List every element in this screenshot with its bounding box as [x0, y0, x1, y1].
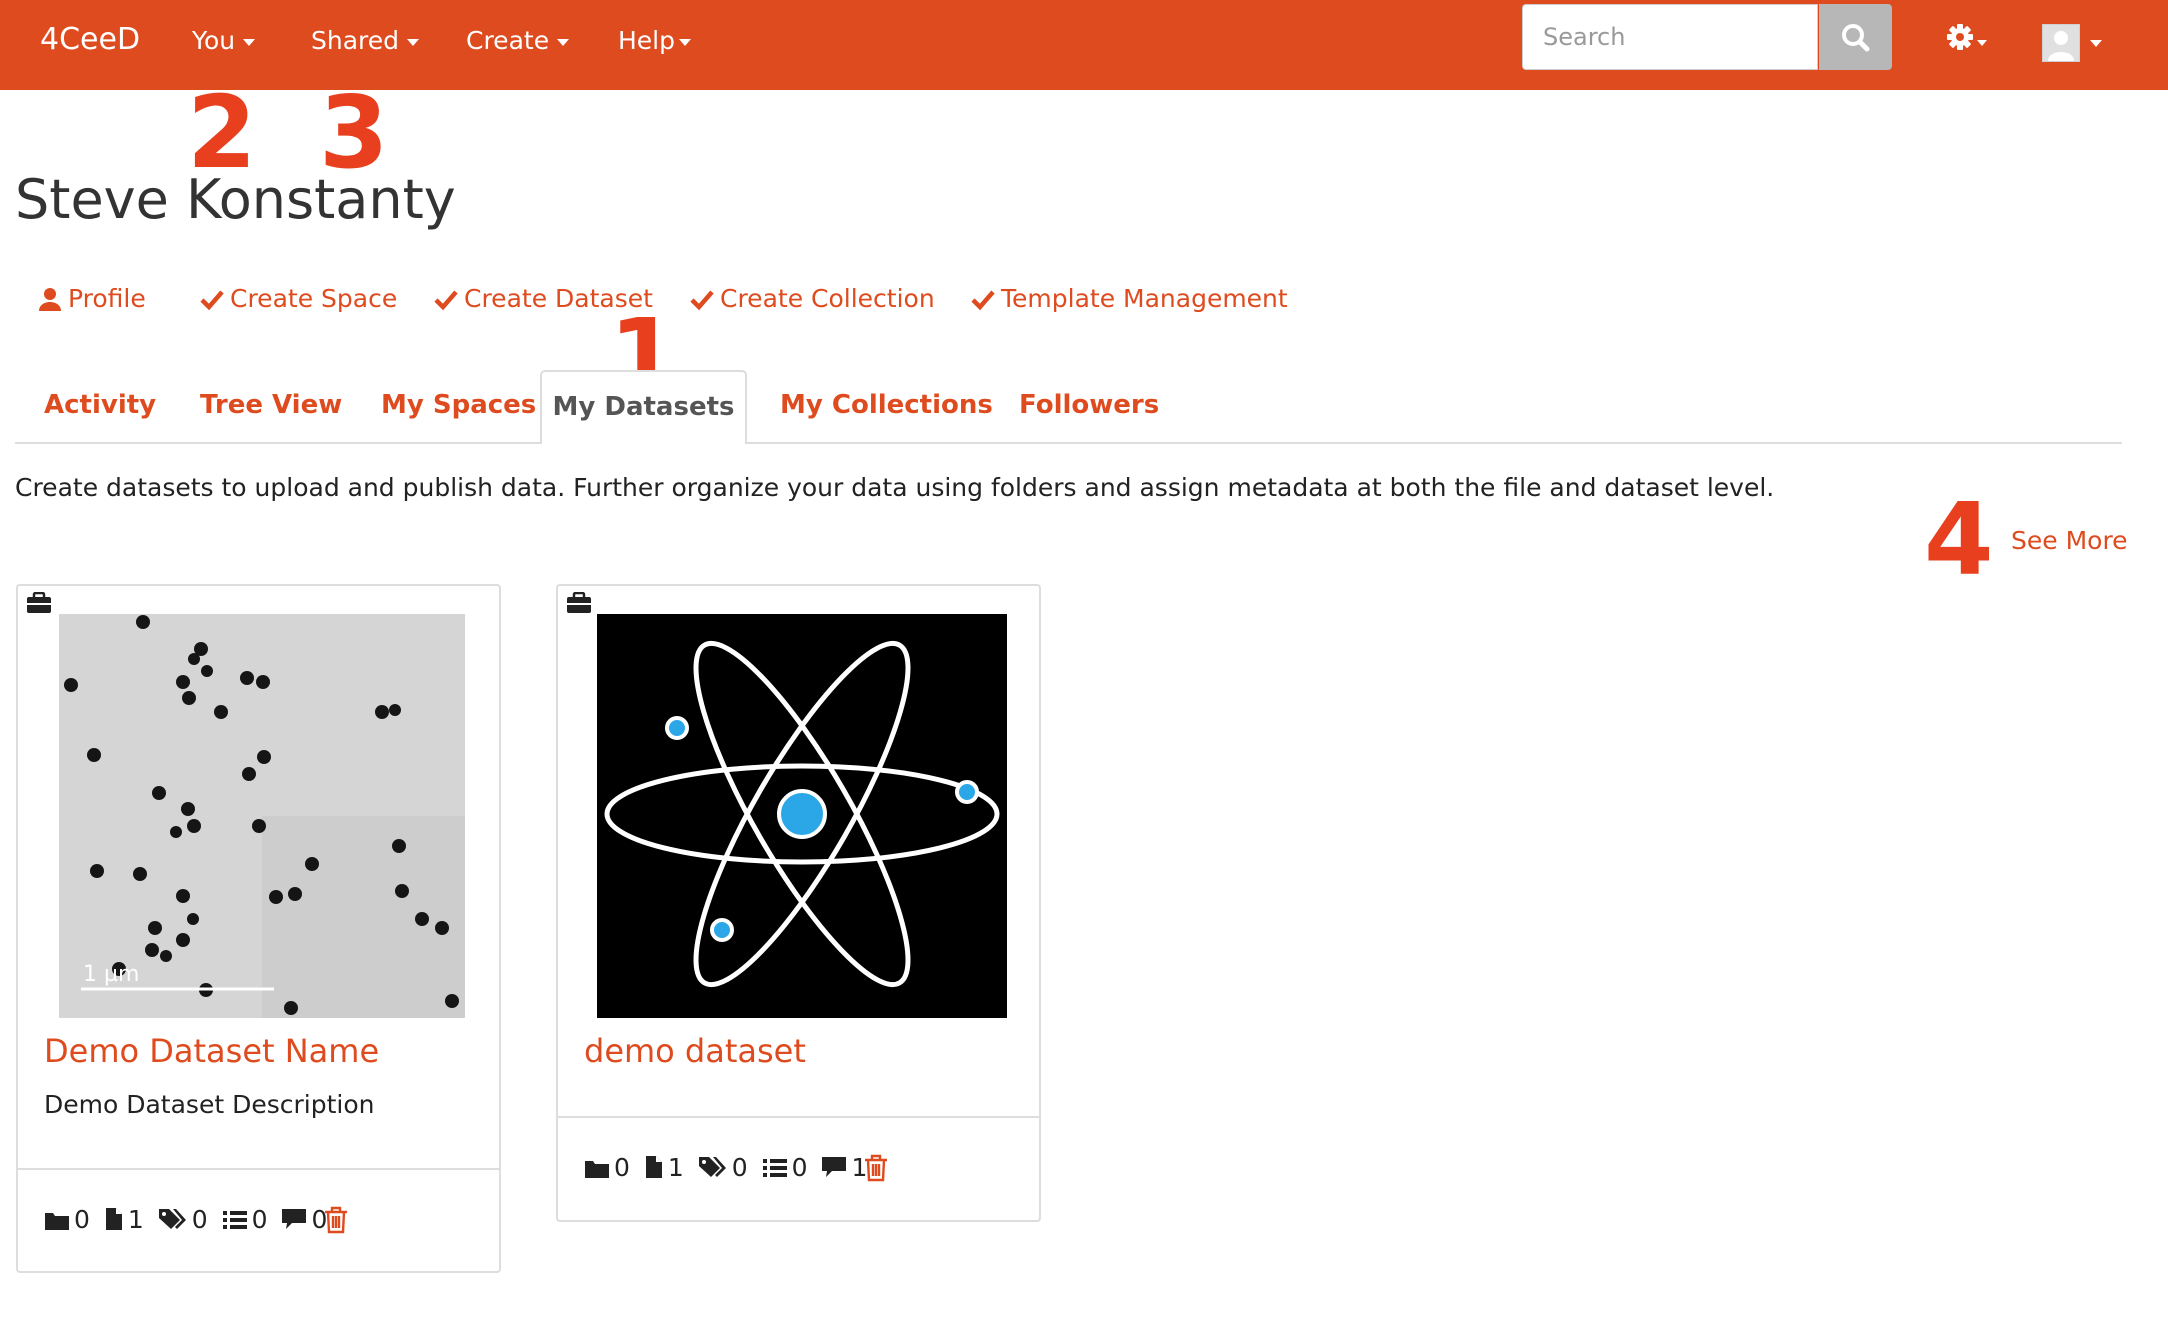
comment-icon	[282, 1209, 307, 1229]
dataset-title-link[interactable]: Demo Dataset Name	[44, 1032, 379, 1070]
create-dataset-link[interactable]: Create Dataset	[434, 284, 653, 313]
tab-my-datasets[interactable]: My Datasets	[540, 370, 747, 444]
dataset-card: 1 µm Demo Dataset Name Demo Dataset Desc…	[16, 584, 501, 1273]
create-space-link[interactable]: Create Space	[200, 284, 397, 313]
tab-my-collections[interactable]: My Collections	[780, 390, 993, 420]
trash-icon[interactable]	[864, 1154, 888, 1182]
nav-create-menu[interactable]: Create	[466, 26, 570, 55]
profile-link-label: Profile	[68, 284, 146, 313]
nav-shared-label: Shared	[311, 26, 400, 55]
nav-shared-menu[interactable]: Shared	[311, 26, 420, 55]
microscopy-image: 1 µm	[59, 614, 465, 1018]
tab-my-datasets-label: My Datasets	[552, 392, 735, 422]
check-icon	[690, 290, 714, 311]
tab-tree-view[interactable]: Tree View	[200, 390, 342, 420]
template-management-link[interactable]: Template Management	[971, 284, 1288, 313]
tab-followers[interactable]: Followers	[1019, 390, 1159, 420]
folders-count: 0	[74, 1205, 90, 1234]
dataset-title-link[interactable]: demo dataset	[584, 1032, 806, 1070]
chevron-down-icon	[557, 38, 570, 46]
folder-icon	[45, 1213, 69, 1230]
dataset-stats: 0 1 0 0 0	[44, 1205, 333, 1245]
briefcase-icon	[27, 592, 51, 613]
settings-menu[interactable]	[1946, 22, 1990, 60]
files-count: 1	[127, 1205, 144, 1234]
files-count: 1	[667, 1153, 684, 1182]
nav-you-label: You	[192, 26, 236, 55]
datasets-description: Create datasets to upload and publish da…	[15, 473, 1775, 502]
user-avatar-icon	[2048, 31, 2074, 61]
file-icon	[105, 1208, 122, 1230]
profile-link[interactable]: Profile	[38, 284, 146, 313]
tabs-divider	[15, 442, 2122, 444]
tags-icon	[158, 1209, 186, 1229]
avatar[interactable]	[2042, 24, 2080, 62]
tab-activity[interactable]: Activity	[44, 390, 156, 420]
search-icon	[1842, 24, 1870, 52]
create-dataset-link-label: Create Dataset	[464, 284, 653, 313]
file-icon	[645, 1156, 662, 1178]
page-title: Steve Konstanty	[15, 168, 456, 231]
search-input[interactable]	[1522, 4, 1818, 70]
list-icon	[222, 1211, 247, 1229]
tags-count: 0	[191, 1205, 208, 1234]
dataset-thumbnail[interactable]	[597, 614, 1007, 1018]
metadata-count: 0	[791, 1153, 808, 1182]
tags-count: 0	[731, 1153, 748, 1182]
user-icon	[39, 288, 61, 311]
nav-you-menu[interactable]: You	[192, 26, 256, 55]
nav-create-label: Create	[466, 26, 550, 55]
card-divider	[18, 1168, 499, 1170]
check-icon	[971, 290, 995, 311]
tags-icon	[698, 1157, 726, 1177]
briefcase-icon	[567, 592, 591, 613]
check-icon	[434, 290, 458, 311]
dataset-stats: 0 1 0 0 1	[584, 1153, 873, 1193]
brand-logo[interactable]: 4CeeD	[40, 22, 140, 57]
dataset-thumbnail[interactable]: 1 µm	[59, 614, 465, 1018]
metadata-count: 0	[251, 1205, 268, 1234]
atom-image	[597, 614, 1007, 1018]
see-more-link[interactable]: See More	[2011, 526, 2128, 555]
nav-help-label: Help	[618, 26, 675, 55]
chevron-down-icon	[407, 38, 420, 46]
chevron-down-icon	[243, 38, 256, 46]
tab-my-spaces[interactable]: My Spaces	[381, 390, 536, 420]
gear-icon	[1947, 24, 1987, 50]
card-divider	[558, 1116, 1039, 1118]
scale-bar-label: 1 µm	[83, 962, 139, 987]
dataset-card: demo dataset 0 1 0 0 1	[556, 584, 1041, 1222]
trash-icon[interactable]	[324, 1206, 348, 1234]
create-collection-link[interactable]: Create Collection	[690, 284, 935, 313]
folder-icon	[585, 1161, 609, 1178]
create-space-link-label: Create Space	[230, 284, 398, 313]
dataset-description: Demo Dataset Description	[44, 1090, 375, 1119]
chevron-down-icon	[2090, 40, 2102, 47]
check-icon	[200, 290, 224, 311]
template-management-link-label: Template Management	[1001, 284, 1288, 313]
create-collection-link-label: Create Collection	[720, 284, 935, 313]
annotation-4: 4	[1924, 481, 1994, 598]
nav-help-menu[interactable]: Help	[618, 26, 691, 55]
comment-icon	[822, 1157, 847, 1177]
chevron-down-icon	[679, 38, 691, 46]
list-icon	[762, 1159, 787, 1177]
search-button[interactable]	[1819, 4, 1892, 70]
folders-count: 0	[614, 1153, 630, 1182]
